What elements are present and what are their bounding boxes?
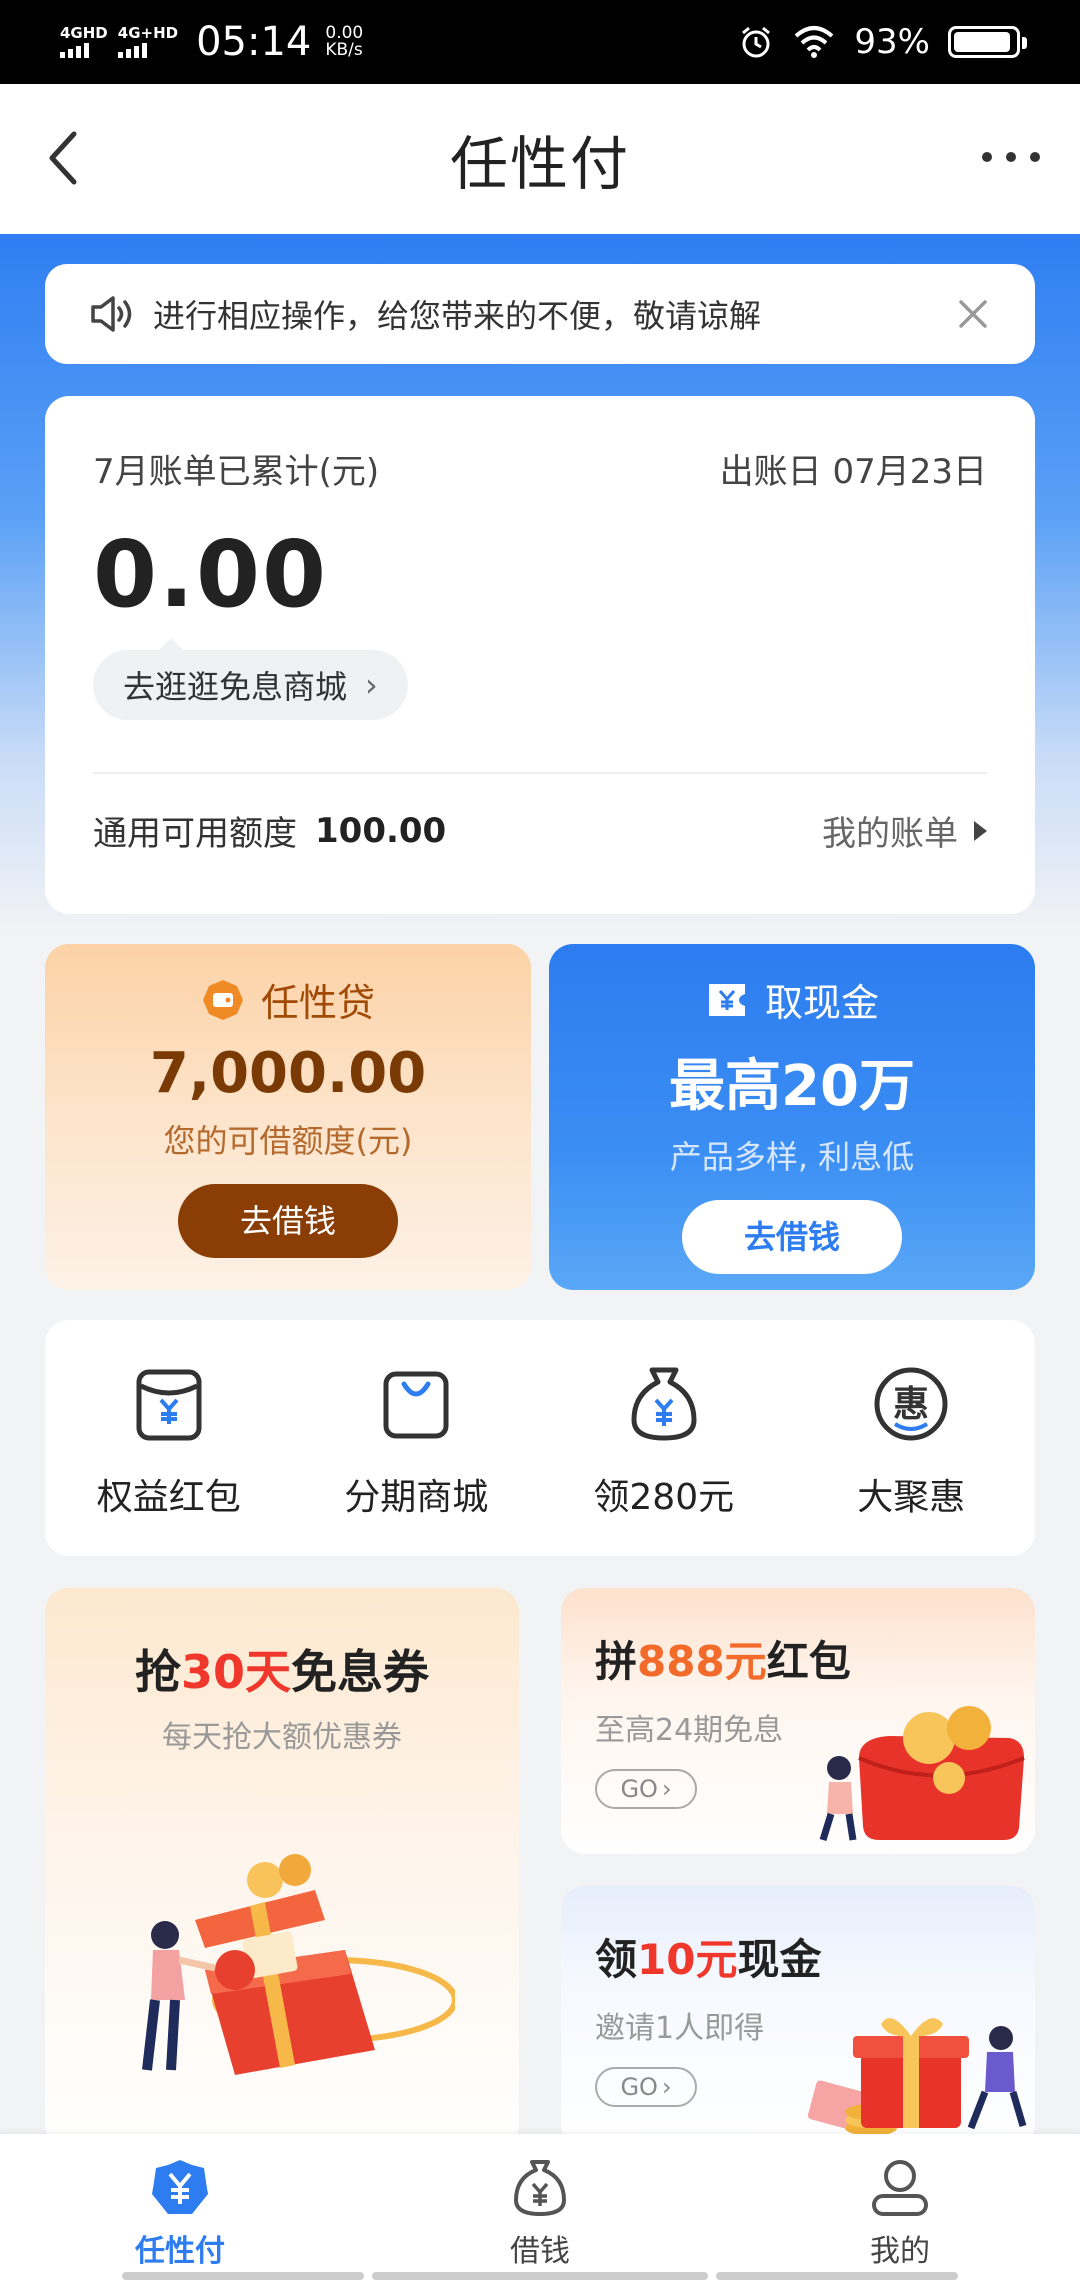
bill-label: 7月账单已累计(元) [93, 452, 380, 492]
tab-borrow[interactable]: 借钱 [360, 2134, 720, 2280]
shopping-bag-icon [383, 1371, 449, 1439]
interest-free-mall-link[interactable]: 去逛逛免息商城 › [93, 638, 408, 720]
quick-item-get-280[interactable]: 领280元 [540, 1320, 788, 1556]
page-title: 任性付 [449, 130, 630, 198]
quick-label: 分期商城 [344, 1477, 489, 1518]
promo-title: 抢30天免息券 [45, 1636, 519, 1702]
cash-withdraw-card[interactable]: 取现金 最高20万 产品多样, 利息低 去借钱 [549, 944, 1035, 1290]
promo-title: 领10元现金 [595, 1926, 1035, 1987]
user-profile-icon [872, 2160, 928, 2216]
notice-banner[interactable]: 进行相应操作，给您带来的不便，敬请谅解 [45, 264, 1035, 364]
credit-value: 100.00 [315, 810, 447, 851]
battery-icon [948, 26, 1027, 58]
hui-discount-icon: 惠 [874, 1367, 948, 1441]
promo-title-pre: 抢 [134, 1645, 181, 1699]
tab-renxingfu[interactable]: 任性付 [0, 2134, 360, 2280]
chevron-right-icon: › [661, 1775, 672, 1803]
gift-cash-illustration [807, 2018, 1027, 2136]
bill-amount: 0.00 [93, 521, 328, 628]
promo-interest-free-coupon[interactable]: 抢30天免息券 每天抢大额优惠券 [45, 1588, 519, 2148]
renxingdai-card[interactable]: 任性贷 7,000.00 您的可借额度(元) 去借钱 [45, 944, 531, 1290]
close-icon[interactable] [955, 296, 991, 332]
yen-badge-icon [152, 2160, 208, 2214]
loan-max-value: 最高20万 [669, 1054, 915, 1119]
tab-label: 任性付 [135, 2234, 225, 2269]
home-indicator [716, 2272, 958, 2280]
promo-title-pre: 拼 [595, 1637, 638, 1686]
divider [93, 772, 987, 774]
quick-label: 大聚惠 [857, 1477, 966, 1518]
home-indicator [372, 2272, 708, 2280]
battery-percent: 93% [854, 22, 930, 62]
promo-subtitle: 每天抢大额优惠券 [162, 1720, 402, 1755]
quick-actions: 权益红包 分期商城 领280元 惠 大聚惠 [45, 1320, 1035, 1556]
sim1-label: 4GHD [60, 24, 108, 42]
promo-title-post: 免息券 [291, 1645, 429, 1699]
chevron-right-icon: › [661, 2073, 672, 2101]
clock: 05:14 [196, 19, 312, 65]
quick-item-red-packet[interactable]: 权益红包 [45, 1320, 293, 1556]
mall-link-label: 去逛逛免息商城 [123, 668, 348, 706]
cash-yen-icon [708, 983, 745, 1016]
sim2-label: 4G+HD [117, 24, 179, 42]
promo-title-post: 现金 [737, 1935, 822, 1984]
quick-item-installment-mall[interactable]: 分期商城 [293, 1320, 541, 1556]
tab-label: 借钱 [510, 2234, 570, 2269]
signal-sim2-icon: 4G+HD [117, 24, 179, 58]
money-bag-icon [514, 2160, 566, 2216]
borrow-button[interactable]: 去借钱 [178, 1184, 398, 1258]
my-bill-label: 我的账单 [822, 814, 958, 854]
wifi-icon [795, 26, 834, 58]
bill-due-date: 出账日 07月23日 [719, 452, 987, 492]
notice-text: 进行相应操作，给您带来的不便，敬请谅解 [153, 297, 762, 335]
wallet-icon [202, 979, 243, 1020]
quick-label: 领280元 [593, 1477, 735, 1518]
go-button[interactable]: GO › [595, 1769, 697, 1809]
borrow-button[interactable]: 去借钱 [682, 1200, 902, 1274]
promo-title: 拼888元红包 [595, 1628, 1035, 1689]
credit-label: 通用可用额度 [93, 814, 297, 854]
alarm-icon [742, 26, 771, 58]
svg-text:惠: 惠 [893, 1384, 929, 1425]
loan-limit-value: 7,000.00 [149, 1041, 427, 1106]
status-bar: 4GHD 4G+HD 05:14 0.00 KB/s 93% [0, 0, 1080, 84]
bill-card: 7月账单已累计(元) 出账日 07月23日 0.00 去逛逛免息商城 › 通用可… [45, 396, 1035, 914]
home-indicator [122, 2272, 364, 2280]
promo-title-highlight: 888元 [637, 1637, 767, 1686]
loan-title: 任性贷 [260, 981, 375, 1025]
more-options-icon[interactable] [982, 152, 1040, 162]
back-arrow-icon[interactable] [40, 128, 90, 188]
tab-mine[interactable]: 我的 [720, 2134, 1080, 2280]
loan-title: 取现金 [764, 981, 879, 1025]
speaker-icon [91, 296, 132, 332]
quick-item-big-deals[interactable]: 惠 大聚惠 [788, 1320, 1036, 1556]
red-packet-icon [136, 1369, 202, 1441]
go-label: GO [620, 1775, 658, 1803]
signal-sim1-icon: 4GHD [60, 26, 108, 58]
promo-888-red-packet[interactable]: 拼888元红包 至高24期免息 GO › [561, 1588, 1035, 1854]
chevron-right-icon: › [365, 666, 378, 704]
bottom-tab-bar: 任性付 借钱 我的 [0, 2134, 1080, 2280]
promo-title-highlight: 30天 [180, 1645, 291, 1699]
go-button[interactable]: GO › [595, 2067, 697, 2107]
loan-subtitle: 您的可借额度(元) [163, 1122, 413, 1160]
triangle-right-icon [974, 820, 987, 841]
go-label: GO [620, 2073, 658, 2101]
network-speed: 0.00 KB/s [325, 25, 363, 59]
gift-box-illustration [142, 1854, 455, 2075]
tab-label: 我的 [870, 2234, 930, 2269]
loan-subtitle: 产品多样, 利息低 [669, 1138, 915, 1176]
promo-title-pre: 领 [595, 1935, 638, 1984]
red-envelope-illustration [819, 1706, 1025, 1842]
promo-title-post: 红包 [766, 1637, 851, 1686]
promo-10-yuan-cash[interactable]: 领10元现金 邀请1人即得 GO › [561, 1886, 1035, 2148]
promo-title-highlight: 10元 [637, 1935, 738, 1984]
network-speed-unit: KB/s [325, 40, 363, 60]
my-bill-link[interactable]: 我的账单 [822, 806, 987, 855]
nav-bar: 任性付 [0, 84, 1080, 234]
money-bag-icon [631, 1367, 697, 1441]
quick-label: 权益红包 [96, 1477, 241, 1518]
